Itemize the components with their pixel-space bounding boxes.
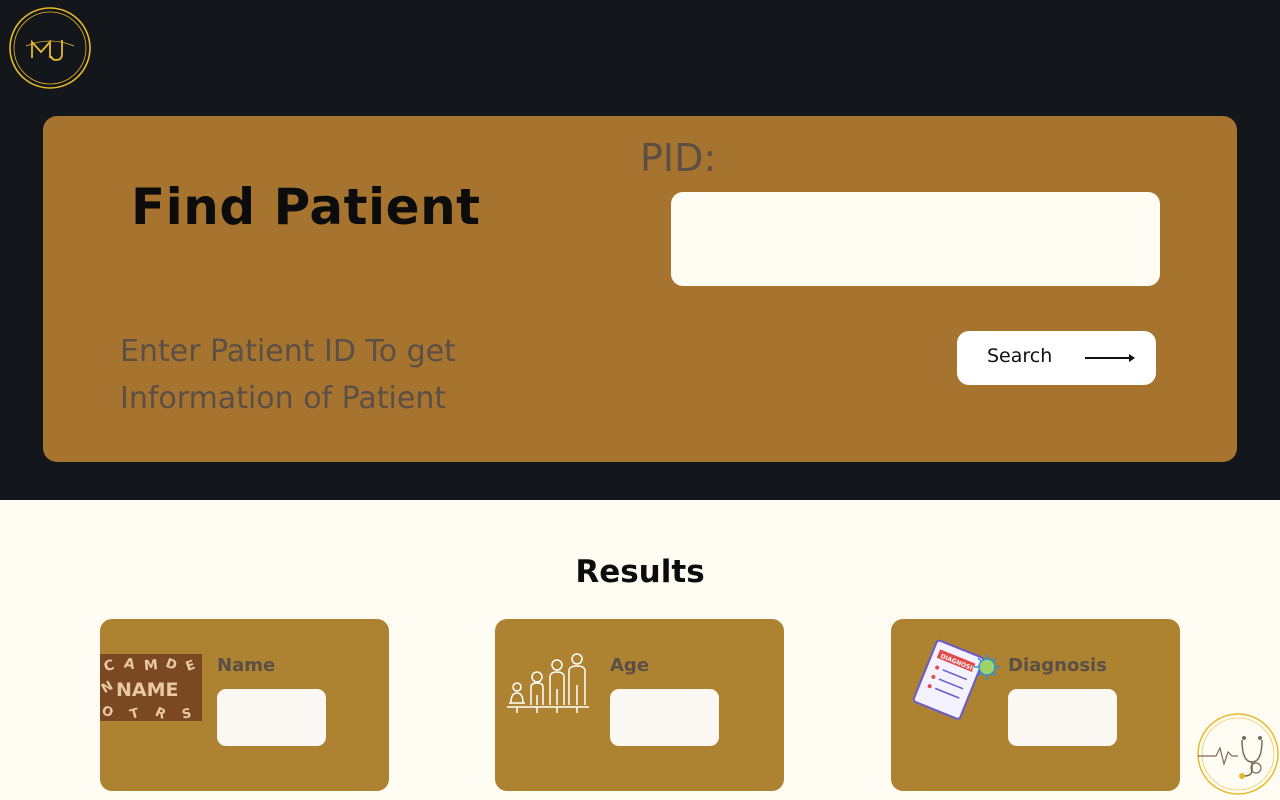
svg-text:M: M xyxy=(143,657,158,674)
header-section: Find Patient PID: Enter Patient ID To ge… xyxy=(0,0,1280,500)
name-letters-image: C A M D E NAME O T R S N xyxy=(100,654,202,721)
pid-label: PID: xyxy=(640,136,717,180)
search-button[interactable]: Search xyxy=(957,331,1156,385)
age-card: Age xyxy=(495,619,784,791)
search-hint-text: Enter Patient ID To get Information of P… xyxy=(120,334,456,416)
name-label: Name xyxy=(217,655,276,676)
diagnosis-field[interactable] xyxy=(1008,689,1117,746)
svg-text:NAME: NAME xyxy=(116,679,179,701)
age-field[interactable] xyxy=(610,689,719,746)
name-field[interactable] xyxy=(217,689,326,746)
name-card: C A M D E NAME O T R S N Name xyxy=(100,619,389,791)
diagnosis-label: Diagnosis xyxy=(1008,655,1107,676)
mj-logo-icon[interactable] xyxy=(8,6,92,90)
find-patient-panel: Find Patient PID: Enter Patient ID To ge… xyxy=(43,116,1237,462)
age-label: Age xyxy=(610,655,650,676)
diagnosis-report-image: DIAGNOSIS xyxy=(912,639,1000,720)
results-heading: Results xyxy=(575,554,705,590)
diagnosis-card: DIAGNOSIS Diagnosis xyxy=(891,619,1180,791)
search-button-label: Search xyxy=(987,345,1053,367)
age-growth-figures-image xyxy=(507,653,589,713)
page-title: Find Patient xyxy=(131,178,481,236)
stethoscope-heartbeat-badge-icon xyxy=(1197,713,1279,795)
arrow-right-icon xyxy=(1085,354,1135,362)
pid-input[interactable] xyxy=(671,192,1160,286)
